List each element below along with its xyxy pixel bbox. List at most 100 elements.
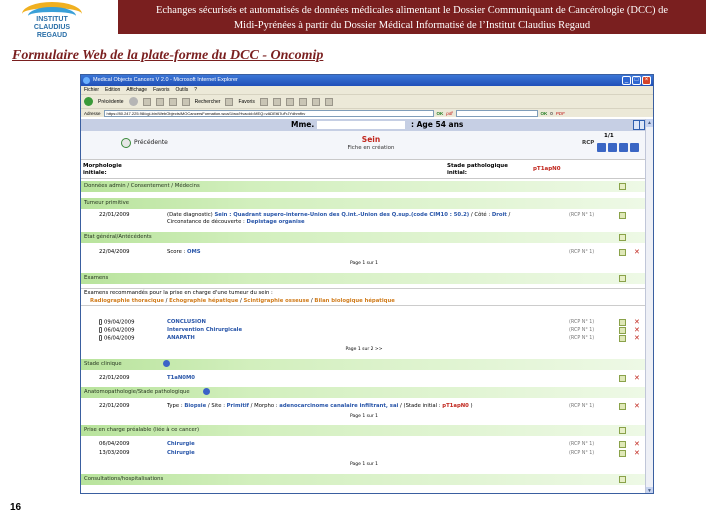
prise-label[interactable]: Chirurgie	[167, 441, 195, 448]
section-prise-en-charge[interactable]: Prise en charge préalable (liée à ce can…	[81, 425, 647, 436]
menu-outils[interactable]: Outils	[175, 86, 188, 94]
edit-icon[interactable]	[619, 375, 626, 382]
attachment-icon[interactable]	[99, 319, 102, 325]
etat-score[interactable]: OMS	[187, 249, 201, 255]
delete-icon[interactable]: ✕	[634, 319, 641, 326]
exam-label[interactable]: Intervention Chirurgicale	[167, 327, 242, 334]
minimize-button[interactable]: _	[622, 76, 631, 85]
print-icon[interactable]	[285, 97, 294, 106]
info-icon[interactable]	[163, 360, 171, 367]
delete-icon[interactable]: ✕	[634, 335, 641, 342]
menu-fichier[interactable]: Fichier	[84, 86, 99, 94]
result-count: 0	[550, 110, 553, 116]
delete-icon[interactable]: ✕	[634, 403, 641, 410]
edit-icon[interactable]	[619, 275, 626, 282]
back-button[interactable]: Précédente	[98, 99, 124, 105]
address-input[interactable]: https://80.247.225.98/cgi-bin/WebObjects…	[103, 109, 434, 117]
maximize-button[interactable]: □	[632, 76, 641, 85]
stade-clinique-value[interactable]: T1aN0M0	[167, 375, 195, 382]
section-stade-clinique[interactable]: Stade clinique	[81, 359, 647, 370]
anapath-site-label: / Site :	[207, 403, 225, 409]
search-button[interactable]: Rechercher	[195, 99, 221, 105]
section-admin-label: Données admin / Consentement / Médecins	[84, 183, 200, 189]
delete-icon[interactable]: ✕	[634, 450, 641, 457]
close-button[interactable]: ×	[642, 76, 651, 85]
edit-icon[interactable]	[619, 403, 626, 410]
messenger-icon[interactable]	[324, 97, 333, 106]
section-tumeur[interactable]: Tumeur primitive	[81, 198, 647, 209]
edit-icon[interactable]	[619, 441, 626, 448]
info-icon[interactable]	[203, 388, 211, 395]
recommended-exams-heading: Examens recommandés pour la prise en cha…	[84, 290, 273, 296]
anapath-stade[interactable]: pT1apN0	[442, 403, 469, 409]
edit-icon[interactable]	[619, 234, 626, 241]
edit-page-icon[interactable]	[298, 97, 307, 106]
refresh-icon[interactable]	[155, 97, 164, 106]
exam-label[interactable]: ANAPATH	[167, 335, 195, 342]
delete-icon[interactable]: ✕	[634, 249, 641, 256]
edit-icon[interactable]	[619, 249, 626, 256]
home-icon[interactable]	[168, 97, 177, 106]
back-arrow-icon[interactable]	[84, 97, 93, 106]
reco-echographie[interactable]: Echographie hépatique	[169, 298, 238, 304]
tumeur-side[interactable]: Droit	[492, 212, 507, 218]
scroll-down-icon[interactable]: ▼	[646, 487, 653, 493]
search-go-button[interactable]: OK	[541, 111, 548, 116]
edit-icon[interactable]	[619, 450, 626, 457]
prise-rcp: (RCP N° 1)	[569, 451, 595, 456]
anapath-type[interactable]: Biopsie	[184, 403, 206, 409]
favorites-star-icon[interactable]	[225, 97, 234, 106]
reco-scintigraphie[interactable]: Scintigraphie osseuse	[243, 298, 309, 304]
delete-icon[interactable]: ✕	[634, 375, 641, 382]
delete-icon[interactable]: ✕	[634, 441, 641, 448]
previous-arrow-icon[interactable]	[121, 138, 131, 148]
attachment-icon[interactable]	[99, 335, 102, 341]
menu-favoris[interactable]: Favoris	[153, 86, 169, 94]
search-icon[interactable]	[181, 97, 190, 106]
stop-icon[interactable]	[142, 97, 151, 106]
menu-help[interactable]: ?	[194, 86, 197, 94]
section-admin[interactable]: Données admin / Consentement / Médecins	[81, 181, 647, 192]
home-icon[interactable]	[630, 143, 639, 152]
edit-icon[interactable]	[619, 327, 626, 334]
section-examens[interactable]: Examens	[81, 273, 647, 284]
section-etat[interactable]: Etat général/Antécédents	[81, 232, 647, 243]
pdf-button[interactable]: PDF	[556, 111, 565, 116]
layout-toggle-icon[interactable]	[633, 120, 645, 130]
document-icon[interactable]	[597, 143, 606, 152]
edit-icon[interactable]	[619, 183, 626, 190]
forward-arrow-icon[interactable]	[128, 97, 138, 106]
previous-link[interactable]: Précédente	[134, 139, 168, 146]
go-button[interactable]: OK	[437, 111, 444, 116]
edit-icon[interactable]	[619, 212, 626, 219]
reco-radiographie[interactable]: Radiographie thoracique	[90, 298, 164, 304]
section-prise-label: Prise en charge préalable (liée à ce can…	[84, 427, 200, 433]
vertical-scrollbar[interactable]: ▲ ▼	[645, 119, 653, 493]
print-icon[interactable]	[619, 143, 628, 152]
reco-bilan[interactable]: Bilan biologique hépatique	[314, 298, 394, 304]
section-consultations[interactable]: Consultations/hospitalisations	[81, 474, 647, 485]
examens-pagination[interactable]: Page 1 sur 2 >>	[81, 347, 647, 352]
delete-icon[interactable]: ✕	[634, 327, 641, 334]
exam-label[interactable]: CONCLUSION	[167, 319, 206, 326]
favorites-button[interactable]: Favoris	[238, 99, 254, 105]
edit-icon[interactable]	[619, 319, 626, 326]
prise-label[interactable]: Chirurgie	[167, 450, 195, 457]
mail-icon[interactable]	[272, 97, 281, 106]
filter-icon[interactable]	[608, 143, 617, 152]
history-icon[interactable]	[259, 97, 268, 106]
edit-icon[interactable]	[619, 335, 626, 342]
scroll-up-icon[interactable]: ▲	[646, 119, 653, 127]
anapath-site[interactable]: Primitif	[227, 403, 249, 409]
folder-icon[interactable]	[311, 97, 320, 106]
section-anapath[interactable]: Anatomopathologie/Stade pathologique	[81, 387, 647, 398]
tumeur-location[interactable]: Sein : Quadrant supero-interne-Union des…	[214, 212, 469, 218]
attachment-icon[interactable]	[99, 327, 102, 333]
pdf-search-input[interactable]	[455, 109, 538, 117]
anapath-morpho[interactable]: adenocarcinome canalaire infiltrant, sai	[279, 403, 398, 409]
edit-icon[interactable]	[619, 476, 626, 483]
edit-icon[interactable]	[619, 427, 626, 434]
menu-edition[interactable]: Edition	[105, 86, 120, 94]
menu-affichage[interactable]: Affichage	[126, 86, 147, 94]
tumeur-discovery[interactable]: Depistage organise	[247, 219, 305, 225]
